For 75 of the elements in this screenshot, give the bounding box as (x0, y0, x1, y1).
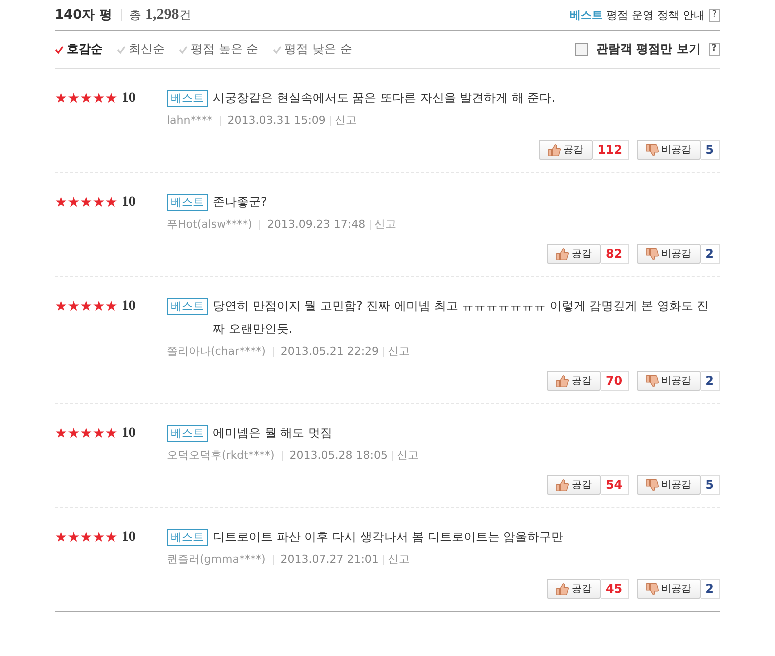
score: 10 (122, 91, 136, 107)
best-badge: 베스트 (167, 90, 208, 107)
date: 2013.03.31 15:09 (228, 114, 326, 127)
dislike-button[interactable]: 비공감 (636, 579, 701, 599)
like-count: 70 (600, 371, 629, 391)
sort-tab[interactable]: 최신순 (117, 41, 165, 58)
check-icon (272, 46, 282, 54)
date: 2013.07.27 21:01 (280, 553, 379, 566)
total-count: 총 1,298건 (130, 6, 192, 24)
sort-tab[interactable]: 호감순 (55, 41, 103, 58)
like-count: 54 (600, 475, 629, 495)
thumbs-down-icon (646, 144, 659, 156)
help-button[interactable]: ? (708, 43, 720, 56)
like-button[interactable]: 공감 (546, 244, 601, 264)
star-rating: ★★★★★ (55, 91, 118, 107)
help-button[interactable]: ? (709, 8, 720, 22)
author: lahn**** (167, 114, 213, 127)
dislike-button[interactable]: 비공감 (636, 475, 701, 495)
score: 10 (122, 299, 136, 315)
best-badge: 베스트 (167, 194, 208, 211)
author: 쫄리아나(char****) (167, 344, 266, 359)
dislike-count: 2 (700, 244, 720, 264)
thumbs-up-icon (556, 374, 569, 388)
star-rating: ★★★★★ (55, 299, 118, 315)
like-button[interactable]: 공감 (546, 371, 601, 391)
like-button[interactable]: 공감 (538, 140, 593, 160)
dislike-count: 5 (700, 140, 720, 160)
dislike-button[interactable]: 비공감 (636, 140, 701, 160)
checkbox-label[interactable]: 관람객 평점만 보기 (596, 41, 701, 58)
like-button[interactable]: 공감 (546, 475, 601, 495)
check-icon (55, 46, 64, 54)
best-badge: 베스트 (167, 298, 208, 315)
sort-tab[interactable]: 평점 높은 순 (179, 41, 259, 58)
score: 10 (122, 195, 136, 211)
policy-link[interactable]: 베스트 평점 운영 정책 안내 (570, 8, 706, 22)
review-text: 당연히 만점이지 뭘 고민함? 진짜 에미넴 최고 ㅠㅠㅠㅠㅠㅠㅠ 이렇게 감명깊게 본 영화도 진짜 오랜만인듯. (213, 298, 710, 338)
thumbs-up-icon (556, 248, 569, 260)
thumbs-up-icon (556, 478, 569, 492)
star-rating: ★★★★★ (55, 426, 118, 442)
thumbs-down-icon (646, 478, 659, 492)
best-badge: 베스트 (167, 529, 208, 546)
author: 퀸즐러(gmma****) (167, 552, 266, 567)
like-button[interactable]: 공감 (546, 579, 601, 599)
dislike-count: 5 (700, 475, 720, 495)
review-text: 존나좋군? (213, 194, 268, 211)
thumbs-down-icon (646, 248, 659, 260)
dislike-count: 2 (700, 579, 720, 599)
best-badge: 베스트 (167, 425, 208, 442)
date: 2013.05.21 22:29 (280, 345, 380, 358)
author: 푸Hot(alsw****) (167, 217, 252, 232)
thumbs-down-icon (646, 374, 659, 388)
checkbox[interactable] (575, 43, 588, 56)
section-title: 140자 평 (55, 7, 113, 24)
score: 10 (122, 426, 136, 442)
like-count: 45 (600, 579, 629, 599)
star-rating: ★★★★★ (55, 530, 118, 546)
thumbs-up-icon (548, 144, 561, 156)
check-icon (179, 46, 188, 54)
like-count: 112 (592, 140, 629, 160)
thumbs-down-icon (646, 582, 659, 596)
star-rating: ★★★★★ (55, 195, 118, 211)
check-icon (117, 46, 126, 54)
like-count: 82 (600, 244, 629, 264)
date: 2013.05.28 18:05 (290, 449, 388, 462)
dislike-button[interactable]: 비공감 (636, 371, 701, 391)
thumbs-up-icon (556, 582, 569, 596)
score: 10 (122, 530, 136, 546)
review-text: 에미넴은 뭘 해도 멋짐 (213, 425, 332, 442)
review-text: 시궁창같은 현실속에서도 꿈은 또다른 자신을 발견하게 해 준다. (213, 90, 556, 107)
review-text: 디트로이트 파산 이후 다시 생각나서 봄 디트로이트는 암울하구만 (213, 529, 564, 546)
dislike-button[interactable]: 비공감 (636, 244, 701, 264)
date: 2013.09.23 17:48 (267, 218, 366, 231)
author: 오덕오덕후(rkdt****) (167, 448, 275, 463)
sort-tab[interactable]: 평점 낮은 순 (272, 41, 352, 58)
dislike-count: 2 (700, 371, 720, 391)
